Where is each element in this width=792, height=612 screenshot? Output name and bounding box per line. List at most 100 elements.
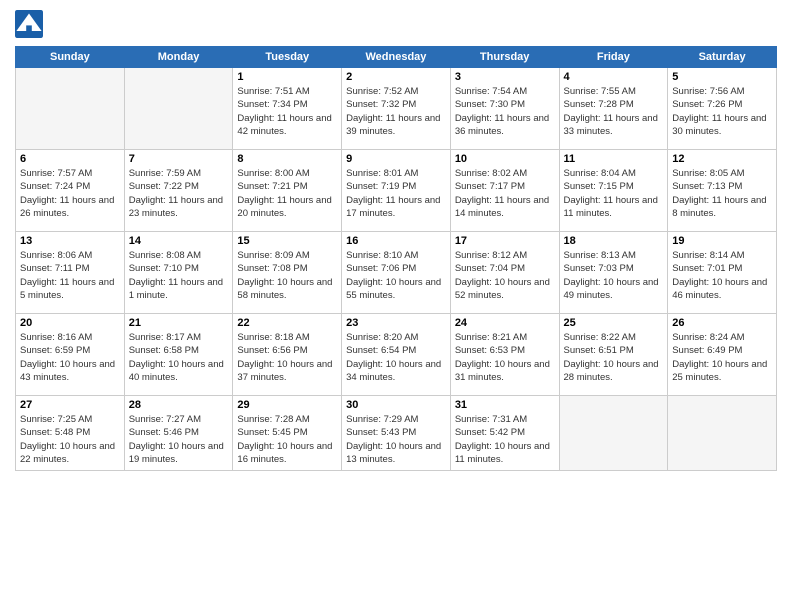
day-info: Sunrise: 7:28 AMSunset: 5:45 PMDaylight:…	[237, 413, 337, 466]
day-info: Sunrise: 8:18 AMSunset: 6:56 PMDaylight:…	[237, 331, 337, 384]
calendar-cell: 14 Sunrise: 8:08 AMSunset: 7:10 PMDayligh…	[124, 232, 233, 314]
day-number: 25	[564, 317, 664, 329]
day-header-monday: Monday	[124, 47, 233, 68]
day-number: 6	[20, 153, 120, 165]
calendar-cell: 29 Sunrise: 7:28 AMSunset: 5:45 PMDayligh…	[233, 396, 342, 471]
day-info: Sunrise: 8:09 AMSunset: 7:08 PMDaylight:…	[237, 249, 337, 302]
day-info: Sunrise: 8:16 AMSunset: 6:59 PMDaylight:…	[20, 331, 120, 384]
calendar-cell	[668, 396, 777, 471]
day-info: Sunrise: 8:01 AMSunset: 7:19 PMDaylight:…	[346, 167, 446, 220]
day-number: 11	[564, 153, 664, 165]
day-info: Sunrise: 8:04 AMSunset: 7:15 PMDaylight:…	[564, 167, 664, 220]
day-number: 3	[455, 71, 555, 83]
calendar-cell: 8 Sunrise: 8:00 AMSunset: 7:21 PMDaylight…	[233, 150, 342, 232]
day-info: Sunrise: 7:52 AMSunset: 7:32 PMDaylight:…	[346, 85, 446, 138]
day-header-sunday: Sunday	[16, 47, 125, 68]
calendar-cell: 15 Sunrise: 8:09 AMSunset: 7:08 PMDayligh…	[233, 232, 342, 314]
day-info: Sunrise: 8:10 AMSunset: 7:06 PMDaylight:…	[346, 249, 446, 302]
day-info: Sunrise: 8:06 AMSunset: 7:11 PMDaylight:…	[20, 249, 120, 302]
day-number: 13	[20, 235, 120, 247]
day-info: Sunrise: 8:00 AMSunset: 7:21 PMDaylight:…	[237, 167, 337, 220]
calendar-cell: 22 Sunrise: 8:18 AMSunset: 6:56 PMDayligh…	[233, 314, 342, 396]
day-info: Sunrise: 8:24 AMSunset: 6:49 PMDaylight:…	[672, 331, 772, 384]
calendar-cell: 13 Sunrise: 8:06 AMSunset: 7:11 PMDayligh…	[16, 232, 125, 314]
calendar-cell: 7Sunrise: 7:59 AMSunset: 7:22 PMDaylight…	[124, 150, 233, 232]
day-header-saturday: Saturday	[668, 47, 777, 68]
calendar-cell: 25 Sunrise: 8:22 AMSunset: 6:51 PMDayligh…	[559, 314, 668, 396]
day-info: Sunrise: 8:20 AMSunset: 6:54 PMDaylight:…	[346, 331, 446, 384]
day-number: 20	[20, 317, 120, 329]
logo-icon	[15, 10, 43, 38]
calendar-cell: 31 Sunrise: 7:31 AMSunset: 5:42 PMDayligh…	[450, 396, 559, 471]
week-row-4: 20 Sunrise: 8:16 AMSunset: 6:59 PMDayligh…	[16, 314, 777, 396]
calendar-cell: 16 Sunrise: 8:10 AMSunset: 7:06 PMDayligh…	[342, 232, 451, 314]
day-number: 10	[455, 153, 555, 165]
day-info: Sunrise: 8:12 AMSunset: 7:04 PMDaylight:…	[455, 249, 555, 302]
calendar-cell: 19 Sunrise: 8:14 AMSunset: 7:01 PMDayligh…	[668, 232, 777, 314]
calendar-cell: 20 Sunrise: 8:16 AMSunset: 6:59 PMDayligh…	[16, 314, 125, 396]
calendar-cell: 23 Sunrise: 8:20 AMSunset: 6:54 PMDayligh…	[342, 314, 451, 396]
day-number: 22	[237, 317, 337, 329]
week-row-2: 6Sunrise: 7:57 AMSunset: 7:24 PMDaylight…	[16, 150, 777, 232]
day-number: 31	[455, 399, 555, 411]
day-number: 30	[346, 399, 446, 411]
week-row-1: 1 Sunrise: 7:51 AMSunset: 7:34 PMDaylight…	[16, 68, 777, 150]
calendar-cell: 24Sunrise: 8:21 AMSunset: 6:53 PMDayligh…	[450, 314, 559, 396]
day-number: 14	[129, 235, 229, 247]
day-number: 8	[237, 153, 337, 165]
day-number: 19	[672, 235, 772, 247]
day-number: 21	[129, 317, 229, 329]
calendar-cell: 12Sunrise: 8:05 AMSunset: 7:13 PMDayligh…	[668, 150, 777, 232]
day-info: Sunrise: 7:31 AMSunset: 5:42 PMDaylight:…	[455, 413, 555, 466]
calendar-cell: 10 Sunrise: 8:02 AMSunset: 7:17 PMDayligh…	[450, 150, 559, 232]
day-info: Sunrise: 7:29 AMSunset: 5:43 PMDaylight:…	[346, 413, 446, 466]
day-info: Sunrise: 7:27 AMSunset: 5:46 PMDaylight:…	[129, 413, 229, 466]
day-info: Sunrise: 7:59 AMSunset: 7:22 PMDaylight:…	[129, 167, 229, 220]
logo	[15, 10, 47, 38]
calendar-cell: 18Sunrise: 8:13 AMSunset: 7:03 PMDayligh…	[559, 232, 668, 314]
calendar-cell	[124, 68, 233, 150]
day-info: Sunrise: 7:54 AMSunset: 7:30 PMDaylight:…	[455, 85, 555, 138]
calendar-cell	[559, 396, 668, 471]
day-info: Sunrise: 8:17 AMSunset: 6:58 PMDaylight:…	[129, 331, 229, 384]
week-row-3: 13 Sunrise: 8:06 AMSunset: 7:11 PMDayligh…	[16, 232, 777, 314]
day-info: Sunrise: 8:14 AMSunset: 7:01 PMDaylight:…	[672, 249, 772, 302]
calendar-header-row: SundayMondayTuesdayWednesdayThursdayFrid…	[16, 47, 777, 68]
day-header-wednesday: Wednesday	[342, 47, 451, 68]
day-number: 16	[346, 235, 446, 247]
page-container: SundayMondayTuesdayWednesdayThursdayFrid…	[0, 0, 792, 481]
week-row-5: 27Sunrise: 7:25 AMSunset: 5:48 PMDayligh…	[16, 396, 777, 471]
day-info: Sunrise: 8:22 AMSunset: 6:51 PMDaylight:…	[564, 331, 664, 384]
day-number: 24	[455, 317, 555, 329]
day-number: 1	[237, 71, 337, 83]
calendar-cell: 2 Sunrise: 7:52 AMSunset: 7:32 PMDaylight…	[342, 68, 451, 150]
day-info: Sunrise: 8:08 AMSunset: 7:10 PMDaylight:…	[129, 249, 229, 302]
day-number: 23	[346, 317, 446, 329]
day-number: 2	[346, 71, 446, 83]
day-info: Sunrise: 8:05 AMSunset: 7:13 PMDaylight:…	[672, 167, 772, 220]
calendar-cell: 9Sunrise: 8:01 AMSunset: 7:19 PMDaylight…	[342, 150, 451, 232]
day-header-thursday: Thursday	[450, 47, 559, 68]
calendar-cell: 5Sunrise: 7:56 AMSunset: 7:26 PMDaylight…	[668, 68, 777, 150]
calendar-cell: 4Sunrise: 7:55 AMSunset: 7:28 PMDaylight…	[559, 68, 668, 150]
calendar-cell: 11 Sunrise: 8:04 AMSunset: 7:15 PMDayligh…	[559, 150, 668, 232]
calendar-body: 1 Sunrise: 7:51 AMSunset: 7:34 PMDaylight…	[16, 68, 777, 471]
day-number: 18	[564, 235, 664, 247]
calendar-cell: 27Sunrise: 7:25 AMSunset: 5:48 PMDayligh…	[16, 396, 125, 471]
calendar-cell: 3 Sunrise: 7:54 AMSunset: 7:30 PMDaylight…	[450, 68, 559, 150]
calendar-cell: 26Sunrise: 8:24 AMSunset: 6:49 PMDayligh…	[668, 314, 777, 396]
calendar-cell	[16, 68, 125, 150]
day-info: Sunrise: 7:56 AMSunset: 7:26 PMDaylight:…	[672, 85, 772, 138]
day-info: Sunrise: 8:02 AMSunset: 7:17 PMDaylight:…	[455, 167, 555, 220]
calendar-cell: 1 Sunrise: 7:51 AMSunset: 7:34 PMDaylight…	[233, 68, 342, 150]
day-number: 15	[237, 235, 337, 247]
day-number: 17	[455, 235, 555, 247]
calendar-cell: 30 Sunrise: 7:29 AMSunset: 5:43 PMDayligh…	[342, 396, 451, 471]
calendar-cell: 28Sunrise: 7:27 AMSunset: 5:46 PMDayligh…	[124, 396, 233, 471]
day-header-tuesday: Tuesday	[233, 47, 342, 68]
day-number: 29	[237, 399, 337, 411]
day-info: Sunrise: 7:25 AMSunset: 5:48 PMDaylight:…	[20, 413, 120, 466]
calendar-cell: 21 Sunrise: 8:17 AMSunset: 6:58 PMDayligh…	[124, 314, 233, 396]
day-header-friday: Friday	[559, 47, 668, 68]
day-info: Sunrise: 7:51 AMSunset: 7:34 PMDaylight:…	[237, 85, 337, 138]
